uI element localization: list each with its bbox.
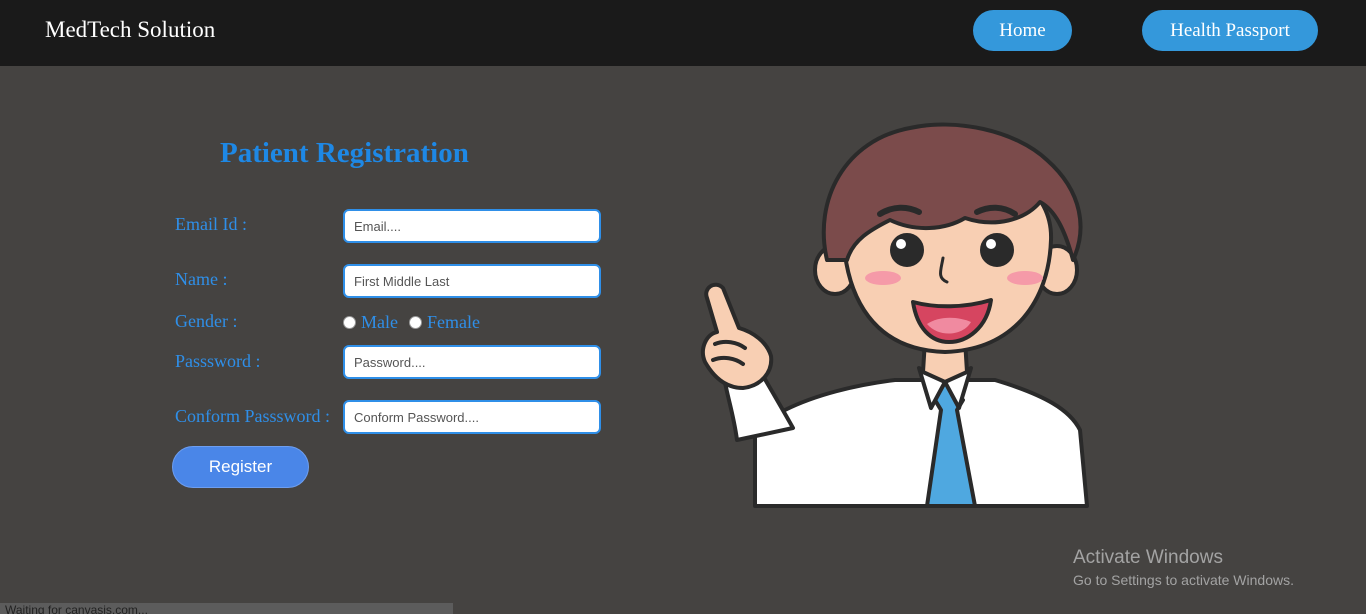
watermark-title: Activate Windows xyxy=(1073,547,1223,568)
name-label: Name : xyxy=(175,269,228,289)
confirm-password-label: Conform Passsword : xyxy=(175,406,331,426)
gender-label: Gender : xyxy=(175,311,238,331)
browser-status-bar: Waiting for canvasjs.com... xyxy=(0,603,453,614)
pointing-man-icon xyxy=(700,122,1089,508)
page-title: Patient Registration xyxy=(220,137,469,169)
male-radio[interactable] xyxy=(343,316,356,329)
home-button[interactable]: Home xyxy=(973,10,1072,51)
password-field[interactable] xyxy=(343,345,601,379)
gender-option-male[interactable]: Male xyxy=(343,312,398,333)
brand-title: MedTech Solution xyxy=(45,17,216,42)
female-radio[interactable] xyxy=(409,316,422,329)
male-radio-label: Male xyxy=(361,312,398,332)
gender-option-female[interactable]: Female xyxy=(409,312,480,333)
name-field[interactable] xyxy=(343,264,601,298)
top-navbar: MedTech Solution Home Health Passport xyxy=(0,0,1366,66)
health-passport-button[interactable]: Health Passport xyxy=(1142,10,1318,51)
confirm-password-field[interactable] xyxy=(343,400,601,434)
pointing-man-illustration xyxy=(695,110,1095,510)
activate-windows-watermark: Activate Windows Go to Settings to activ… xyxy=(1073,546,1294,590)
watermark-subtitle: Go to Settings to activate Windows. xyxy=(1073,572,1294,588)
password-label: Passsword : xyxy=(175,351,261,371)
female-radio-label: Female xyxy=(427,312,480,332)
email-field[interactable] xyxy=(343,209,601,243)
status-text: Waiting for canvasjs.com... xyxy=(5,603,148,614)
register-button[interactable]: Register xyxy=(172,446,309,488)
email-label: Email Id : xyxy=(175,214,247,234)
